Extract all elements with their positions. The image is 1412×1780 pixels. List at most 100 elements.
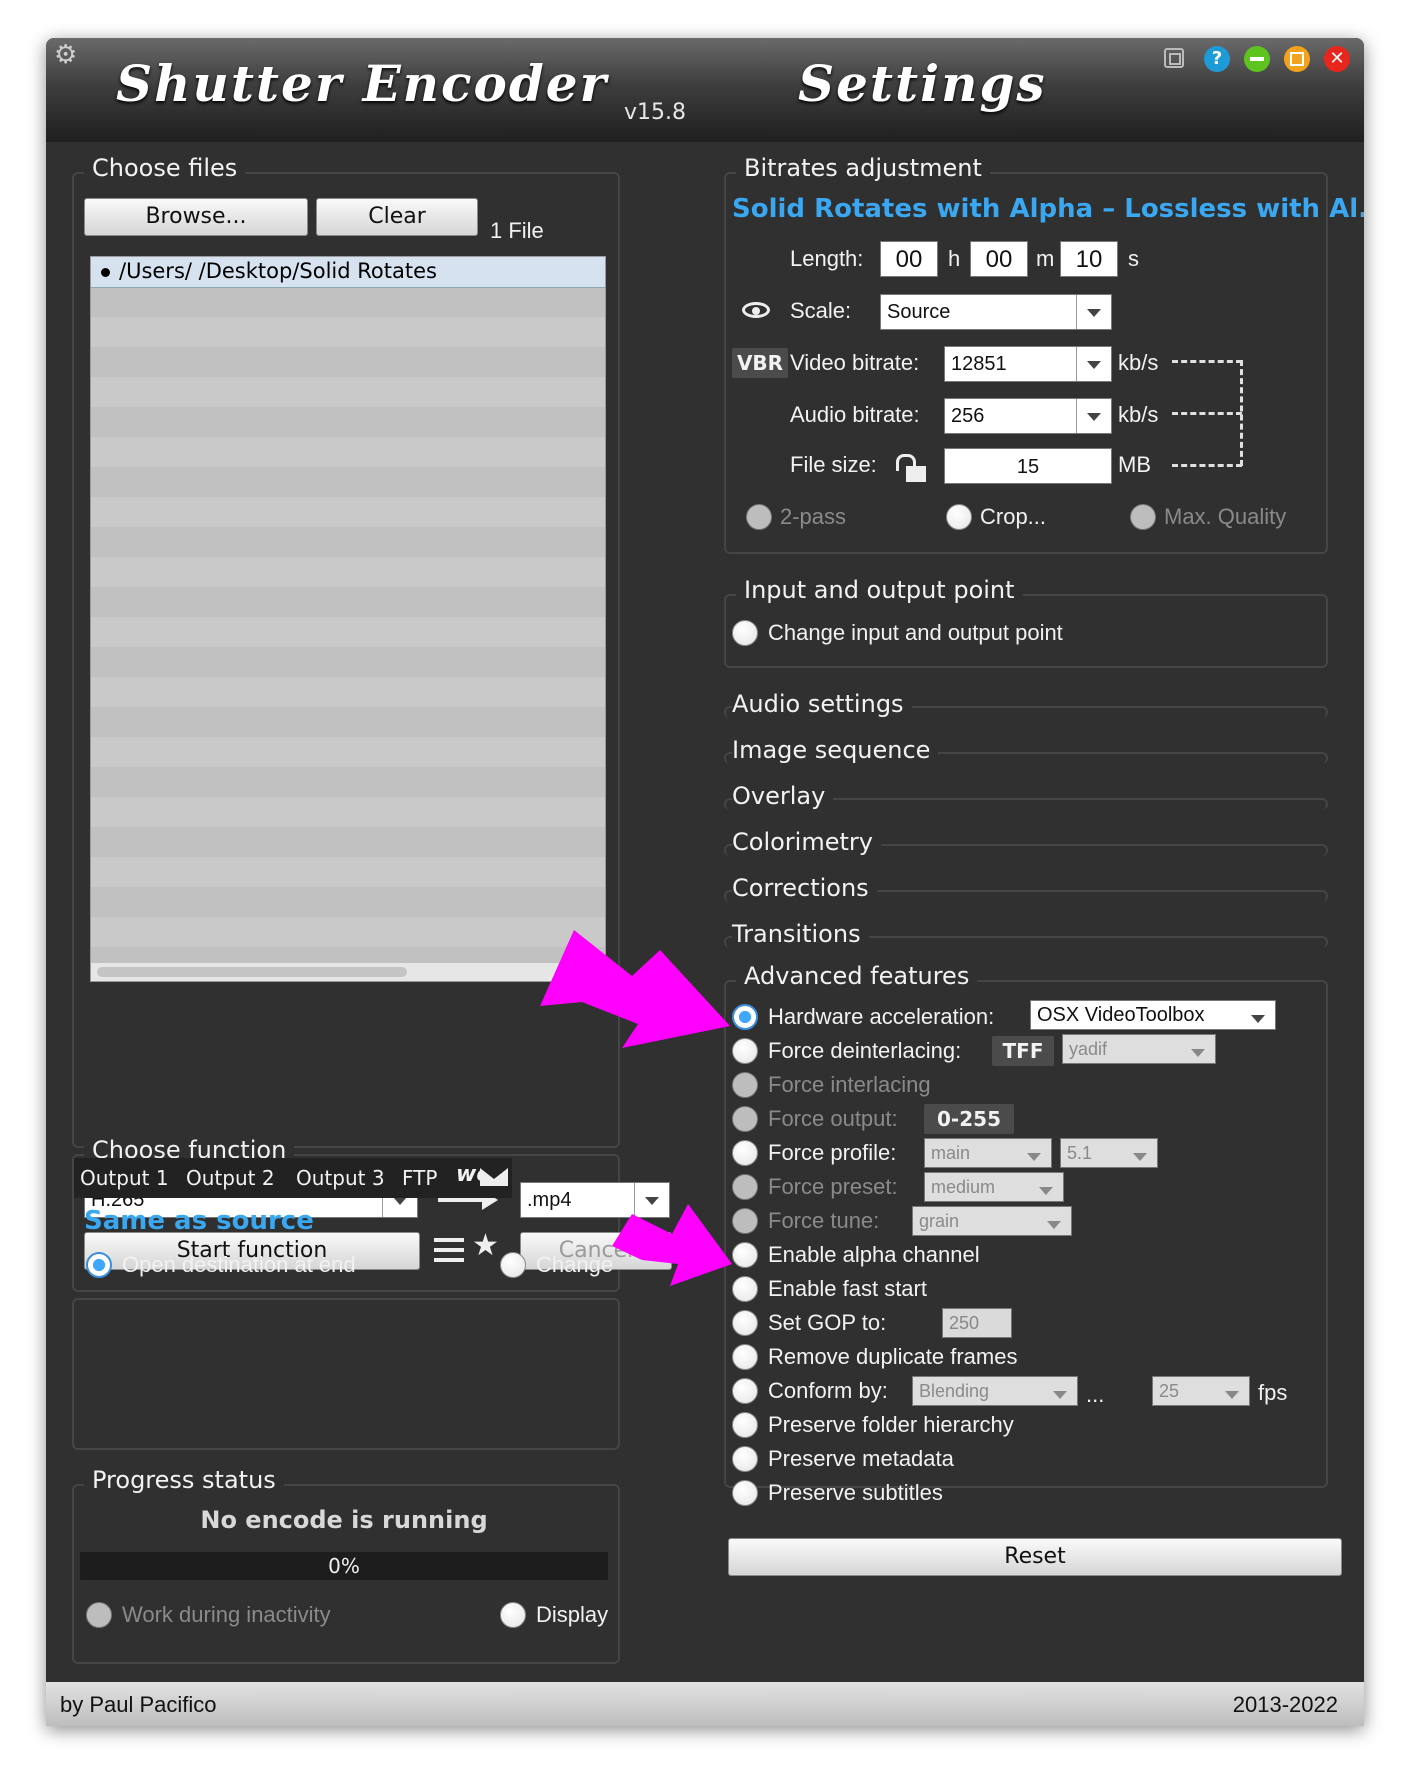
choose-files-title: Choose files <box>84 154 246 182</box>
video-bitrate-select[interactable]: 12851 <box>944 346 1112 382</box>
section-colorimetry[interactable]: Colorimetry <box>732 828 881 856</box>
hours-field[interactable]: 00 <box>880 241 938 277</box>
scrollbar-thumb[interactable] <box>97 967 407 977</box>
dup-frames-radio[interactable] <box>732 1344 758 1370</box>
output-range-toggle[interactable]: 0-255 <box>924 1104 1014 1134</box>
conform-radio[interactable] <box>732 1378 758 1404</box>
profile-radio[interactable] <box>732 1140 758 1166</box>
arrow-right-icon <box>438 1190 498 1210</box>
reset-button[interactable]: Reset <box>728 1538 1342 1576</box>
output-range-label: Force output: <box>768 1106 898 1131</box>
settings-title: Settings <box>798 54 1047 113</box>
chevron-down-icon <box>1037 1207 1071 1235</box>
level-value: 5.1 <box>1067 1143 1093 1163</box>
preset-select[interactable]: medium <box>924 1172 1064 1202</box>
close-icon[interactable]: ✕ <box>1324 46 1350 72</box>
destination-label[interactable]: Same as source <box>84 1206 314 1236</box>
fps-select[interactable]: 25 <box>1152 1376 1250 1406</box>
change-label: Change <box>536 1252 614 1277</box>
gop-field[interactable]: 250 <box>942 1308 1012 1338</box>
chevron-down-icon <box>1181 1035 1215 1063</box>
tab-output-3[interactable]: Output 3 <box>296 1166 385 1190</box>
unlock-icon[interactable] <box>896 454 926 482</box>
tff-toggle[interactable]: TFF <box>992 1036 1054 1066</box>
hw-accel-select[interactable]: OSX VideoToolbox <box>1030 1000 1276 1030</box>
tab-ftp[interactable]: FTP <box>402 1166 437 1190</box>
work-inactivity-radio[interactable] <box>86 1602 112 1628</box>
scale-select[interactable]: Source <box>880 294 1112 330</box>
progress-percent: 0% <box>328 1554 360 1578</box>
progress-bar: 0% <box>80 1552 608 1580</box>
section-image-sequence[interactable]: Image sequence <box>732 736 939 764</box>
help-icon[interactable]: ? <box>1204 46 1230 72</box>
copy-icon[interactable] <box>1164 48 1184 68</box>
profile-select[interactable]: main <box>924 1138 1052 1168</box>
clear-button[interactable]: Clear <box>316 198 478 236</box>
crop-radio[interactable] <box>946 504 972 530</box>
preset-radio[interactable] <box>732 1174 758 1200</box>
minimize-icon[interactable] <box>1244 46 1270 72</box>
change-radio[interactable] <box>500 1252 526 1278</box>
deinterlace-select[interactable]: yadif <box>1062 1034 1216 1064</box>
tune-select[interactable]: grain <box>912 1206 1072 1236</box>
audio-bitrate-value: 256 <box>951 405 985 427</box>
max-quality-radio[interactable] <box>1130 504 1156 530</box>
bullet-icon <box>101 268 110 277</box>
browse-button[interactable]: Browse... <box>84 198 308 236</box>
file-path: /Users/ /Desktop/Solid Rotates <box>119 259 437 283</box>
metadata-radio[interactable] <box>732 1446 758 1472</box>
hw-accel-label: Hardware acceleration: <box>768 1004 995 1029</box>
open-destination-radio[interactable] <box>86 1252 112 1278</box>
eye-icon[interactable] <box>742 302 770 318</box>
chevron-down-icon <box>1076 399 1111 433</box>
profile-label: Force profile: <box>768 1140 897 1165</box>
list-icon[interactable] <box>434 1236 466 1264</box>
star-icon[interactable]: ★ <box>472 1228 499 1263</box>
section-overlay[interactable]: Overlay <box>732 782 834 810</box>
folder-hierarchy-radio[interactable] <box>732 1412 758 1438</box>
vbr-toggle[interactable]: VBR <box>732 348 788 378</box>
output-range-radio[interactable] <box>732 1106 758 1132</box>
dup-frames-label: Remove duplicate frames <box>768 1344 1018 1369</box>
scale-value: Source <box>887 301 951 323</box>
work-inactivity-label: Work during inactivity <box>122 1602 331 1627</box>
chevron-down-icon <box>1029 1173 1063 1201</box>
mail-icon[interactable] <box>480 1168 508 1186</box>
file-list[interactable]: /Users/ /Desktop/Solid Rotates <box>90 256 606 982</box>
tune-label: Force tune: <box>768 1208 880 1233</box>
section-transitions[interactable]: Transitions <box>732 920 869 948</box>
display-label: Display <box>536 1602 609 1627</box>
deinterlace-label: Force deinterlacing: <box>768 1038 962 1063</box>
seconds-field[interactable]: 10 <box>1060 241 1118 277</box>
io-point-radio[interactable] <box>732 620 758 646</box>
subtitles-label: Preserve subtitles <box>768 1480 943 1505</box>
file-count: 1 File <box>490 218 544 243</box>
level-select[interactable]: 5.1 <box>1060 1138 1158 1168</box>
tab-output-2[interactable]: Output 2 <box>186 1166 275 1190</box>
list-item[interactable]: /Users/ /Desktop/Solid Rotates <box>91 257 605 288</box>
audio-bitrate-select[interactable]: 256 <box>944 398 1112 434</box>
fast-start-label: Enable fast start <box>768 1276 927 1301</box>
section-corrections[interactable]: Corrections <box>732 874 877 902</box>
gear-icon[interactable]: ⚙ <box>54 42 80 68</box>
output-panel <box>72 1298 620 1450</box>
folder-hierarchy-label: Preserve folder hierarchy <box>768 1412 1014 1437</box>
gop-radio[interactable] <box>732 1310 758 1336</box>
two-pass-radio[interactable] <box>746 504 772 530</box>
fps-value: 25 <box>1159 1381 1180 1401</box>
fullscreen-icon[interactable] <box>1284 46 1310 72</box>
file-size-field[interactable]: 15 <box>944 448 1112 484</box>
extension-value: .mp4 <box>527 1189 572 1211</box>
conform-select[interactable]: Blending <box>912 1376 1078 1406</box>
interlacing-radio[interactable] <box>732 1072 758 1098</box>
io-point-label: Change input and output point <box>768 620 1063 645</box>
annotation-arrow-icon <box>540 930 730 1048</box>
minutes-field[interactable]: 00 <box>970 241 1028 277</box>
chevron-down-icon <box>1043 1377 1077 1405</box>
horizontal-scrollbar[interactable] <box>91 963 605 981</box>
hw-accel-value: OSX VideoToolbox <box>1037 1004 1205 1026</box>
section-audio-settings[interactable]: Audio settings <box>732 690 912 718</box>
tab-output-1[interactable]: Output 1 <box>80 1166 169 1190</box>
subtitles-radio[interactable] <box>732 1480 758 1506</box>
display-radio[interactable] <box>500 1602 526 1628</box>
